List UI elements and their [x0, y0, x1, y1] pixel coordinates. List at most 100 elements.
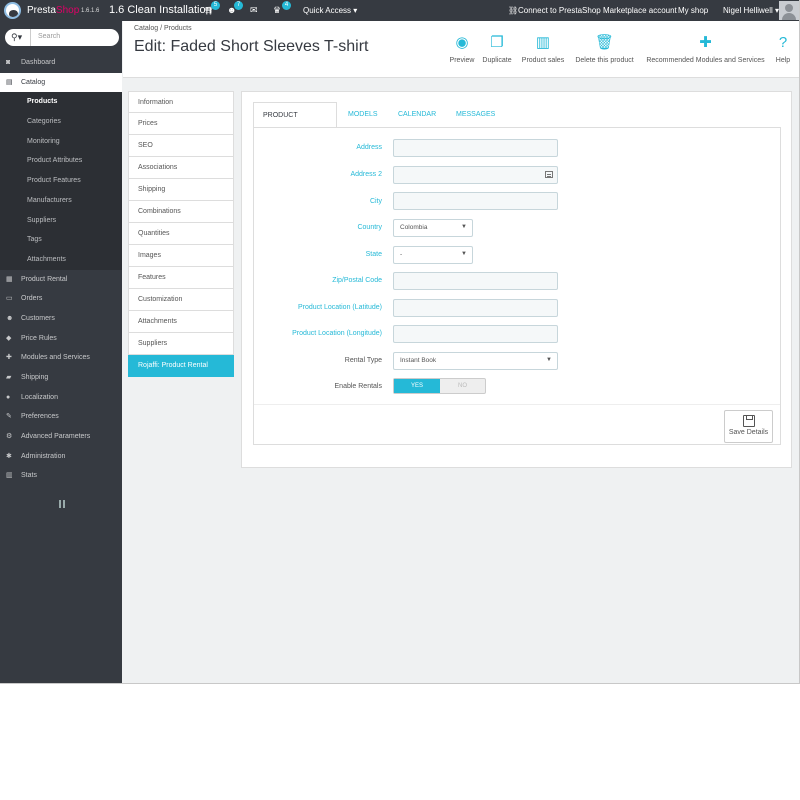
chevron-down-icon: ▼: [461, 251, 467, 257]
duplicate-label: Duplicate: [482, 57, 512, 64]
submenu-item-products[interactable]: Products: [0, 92, 122, 112]
preview-button[interactable]: ◉ Preview: [448, 35, 476, 65]
tab-images[interactable]: Images: [128, 245, 234, 267]
tab-features[interactable]: Features: [128, 267, 234, 289]
sidebar-item-stats[interactable]: ▥ Stats: [0, 466, 122, 486]
brand-name[interactable]: PrestaShop: [27, 5, 79, 16]
enable-rentals-toggle[interactable]: YES NO: [393, 378, 486, 394]
submenu-item-suppliers[interactable]: Suppliers: [0, 211, 122, 231]
breadcrumb[interactable]: Catalog / Products: [134, 25, 192, 32]
sidebar-item-label: Customers: [21, 314, 55, 322]
user-menu[interactable]: Nigel Helliwell ▾: [723, 6, 779, 15]
submenu-item-product-features[interactable]: Product Features: [0, 171, 122, 191]
orders-badge: 5: [211, 1, 220, 10]
sidebar-item-catalog[interactable]: ▤ Catalog: [0, 72, 122, 93]
sidebar-item-shipping[interactable]: ▰ Shipping: [0, 368, 122, 388]
sidebar-item-label: Advanced Parameters: [21, 433, 91, 441]
page-title: Edit: Faded Short Sleeves T-shirt: [134, 38, 369, 55]
delete-product-button[interactable]: 🗑︎ Delete this product: [572, 34, 637, 65]
link-icon: ⛓: [508, 6, 519, 15]
collapse-sidebar-icon[interactable]: [59, 500, 65, 508]
copy-icon: ❐: [490, 34, 504, 51]
tab-attachments[interactable]: Attachments: [128, 311, 234, 333]
longitude-field[interactable]: [393, 325, 558, 343]
envelope-icon[interactable]: ✉: [250, 6, 258, 15]
avatar[interactable]: [779, 1, 799, 20]
product-sales-button[interactable]: ▥ Product sales: [520, 35, 566, 65]
product-details-form: Address Address 2 City Country Colombia ▼…: [253, 127, 781, 445]
address-field[interactable]: [393, 139, 558, 157]
city-field[interactable]: [393, 192, 558, 210]
tab-calendar[interactable]: CALENDAR: [398, 102, 436, 127]
tab-suppliers[interactable]: Suppliers: [128, 333, 234, 355]
prestashop-logo-icon[interactable]: [4, 2, 21, 19]
tab-customization[interactable]: Customization: [128, 289, 234, 311]
chevron-down-icon: ▼: [461, 224, 467, 230]
my-shop-link[interactable]: My shop: [678, 6, 708, 15]
latitude-field[interactable]: [393, 299, 558, 317]
sidebar-item-modules[interactable]: ✚ Modules and Services: [0, 348, 122, 368]
sidebar-item-preferences[interactable]: ✎ Preferences: [0, 407, 122, 427]
country-select[interactable]: Colombia ▼: [393, 219, 473, 237]
save-details-button[interactable]: Save Details: [724, 410, 773, 443]
version-label: 1.6.1.6: [81, 8, 100, 14]
tab-quantities[interactable]: Quantities: [128, 223, 234, 245]
tab-prices[interactable]: Prices: [128, 113, 234, 135]
sidebar-item-customers[interactable]: ☻ Customers: [0, 309, 122, 329]
search-input[interactable]: Search: [38, 33, 60, 40]
calendar-icon: ▦: [6, 275, 13, 283]
tab-shipping[interactable]: Shipping: [128, 179, 234, 201]
gears-icon: ⚙: [6, 433, 13, 441]
quick-access-menu[interactable]: Quick Access ▾: [303, 6, 357, 15]
tab-models[interactable]: MODELS: [348, 102, 378, 127]
rental-type-select[interactable]: Instant Book ▼: [393, 352, 558, 370]
sidebar-item-dashboard[interactable]: ◙ Dashboard: [0, 53, 122, 73]
duplicate-button[interactable]: ❐ Duplicate: [481, 34, 513, 65]
sidebar-menu: ◙ Dashboard ▤ Catalog Products Categories …: [0, 53, 122, 486]
tab-messages[interactable]: MESSAGES (2): [456, 102, 495, 143]
tab-seo[interactable]: SEO: [128, 135, 234, 157]
sidebar-item-product-rental[interactable]: ▦ Product Rental: [0, 270, 122, 290]
sidebar-item-price-rules[interactable]: ◆ Price Rules: [0, 329, 122, 349]
tab-product-details[interactable]: PRODUCT DETAILS: [253, 102, 337, 144]
customers-icon: ☻: [6, 314, 14, 322]
trophy-icon[interactable]: ♛: [273, 6, 281, 15]
address2-label: Address 2: [350, 171, 382, 178]
app-window: PrestaShop 1.6.1.6 1.6 Clean Installatio…: [0, 0, 800, 684]
tab-product-rental[interactable]: Rojaffi: Product Rental: [128, 355, 234, 377]
sidebar-item-label: Catalog: [21, 78, 46, 86]
trophy-badge: 4: [282, 1, 291, 10]
product-tab-list: Information Prices SEO Associations Ship…: [128, 91, 234, 377]
tab-combinations[interactable]: Combinations: [128, 201, 234, 223]
sidebar-item-label: Orders: [21, 295, 43, 303]
submenu-item-attachments[interactable]: Attachments: [0, 250, 122, 270]
preview-label: Preview: [449, 57, 475, 64]
zip-field[interactable]: [393, 272, 558, 290]
calendar-icon[interactable]: [545, 171, 553, 178]
sidebar-item-orders[interactable]: ▭ Orders: [0, 289, 122, 309]
submenu-item-product-attributes[interactable]: Product Attributes: [0, 151, 122, 171]
submenu-item-manufacturers[interactable]: Manufacturers: [0, 191, 122, 211]
tab-information[interactable]: Information: [128, 91, 234, 113]
puzzle-icon: ✚: [699, 34, 712, 51]
sidebar-item-localization[interactable]: ● Localization: [0, 388, 122, 408]
truck-icon: ▰: [6, 374, 12, 381]
state-select[interactable]: - ▼: [393, 246, 473, 264]
trash-icon: 🗑︎: [594, 34, 615, 51]
sidebar-item-administration[interactable]: ✱ Administration: [0, 447, 122, 467]
submenu-item-monitoring[interactable]: Monitoring: [0, 132, 122, 152]
toggle-yes[interactable]: YES: [394, 379, 440, 393]
address2-field[interactable]: [393, 166, 558, 184]
submenu-item-tags[interactable]: Tags: [0, 230, 122, 250]
submenu-item-categories[interactable]: Categories: [0, 112, 122, 132]
product-sales-label: Product sales: [521, 57, 565, 64]
recommended-modules-button[interactable]: ✚ Recommended Modules and Services: [643, 34, 768, 65]
toggle-no[interactable]: NO: [440, 379, 485, 393]
shop-name[interactable]: 1.6 Clean Installation: [109, 4, 212, 16]
connect-marketplace-link[interactable]: Connect to PrestaShop Marketplace accoun…: [518, 6, 677, 15]
tab-associations[interactable]: Associations: [128, 157, 234, 179]
help-button[interactable]: ? Help: [772, 35, 794, 65]
sidebar-item-advanced-parameters[interactable]: ⚙ Advanced Parameters: [0, 427, 122, 447]
search-icon[interactable]: ⚲▾: [5, 29, 31, 46]
bar-chart-icon: ▥: [6, 472, 13, 480]
